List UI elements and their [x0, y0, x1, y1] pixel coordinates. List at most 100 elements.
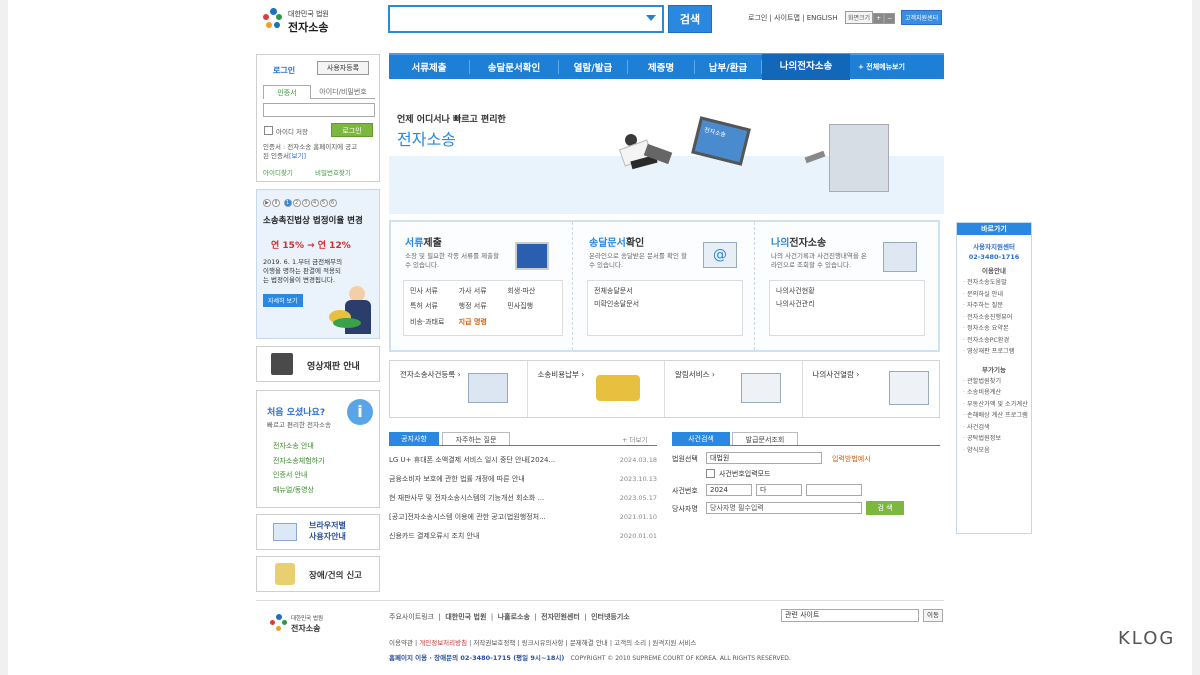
link-my-case-status[interactable]: 나의사건현황: [776, 285, 918, 298]
tab-notice[interactable]: 공지사항: [389, 432, 439, 446]
sidebar-item[interactable]: 전자소송진행뷰어: [957, 312, 1031, 324]
link-all-delivery[interactable]: 전체송달문서: [594, 285, 736, 298]
tab-faq[interactable]: 자주하는 질문: [442, 432, 510, 446]
policy-link[interactable]: 고객의 소리: [614, 639, 646, 647]
brand-title[interactable]: 전자소송: [288, 19, 328, 35]
link-family-docs[interactable]: 가사 서류: [459, 285, 508, 300]
tab-certificate[interactable]: 인증서: [263, 85, 311, 99]
go-button[interactable]: 이동: [923, 609, 943, 622]
sidebar-item[interactable]: 양식모음: [957, 445, 1031, 457]
service-case-view[interactable]: 나의사건열람 ›: [803, 361, 940, 417]
list-item[interactable]: [공고]전자소송시스템 이용에 관한 공고(법원행정처... 2021.01.10: [389, 507, 657, 526]
list-item[interactable]: 현 재판사무 및 전자소송시스템의 기능개선 회소화 ... 2023.05.17: [389, 488, 657, 507]
sidebar-item[interactable]: 손해배상 계산 프로그램: [957, 410, 1031, 422]
sitemap-link[interactable]: 사이트맵: [774, 14, 800, 22]
tab-issued-docs[interactable]: 발급문서조회: [732, 432, 798, 446]
banner-page-3[interactable]: 3: [301, 199, 310, 207]
sidebar-item[interactable]: 공탁법원정보: [957, 433, 1031, 445]
chevron-down-icon[interactable]: [646, 15, 656, 21]
browser-guide-button[interactable]: 브라우저별 사용자안내: [256, 514, 380, 550]
footer-link[interactable]: 대한민국 법원: [445, 613, 486, 621]
sidebar-item[interactable]: 영상재판 프로그램: [957, 346, 1031, 358]
tab-case-search[interactable]: 사건검색: [672, 432, 730, 446]
certificate-input[interactable]: [263, 103, 375, 117]
link-civil-docs[interactable]: 민사 서류: [410, 285, 459, 300]
support-center-button[interactable]: 고객지원센터: [901, 10, 943, 25]
service-notification[interactable]: 알림서비스 ›: [665, 361, 803, 417]
link-unread-delivery[interactable]: 미확인송달문서: [594, 298, 736, 311]
panel-title-my[interactable]: 나의전자소송: [771, 234, 826, 249]
sidebar-item[interactable]: 자주하는 질문: [957, 300, 1031, 312]
footer-link[interactable]: 나홀로소송: [498, 613, 530, 621]
party-name-input[interactable]: 당사자명 필수입력: [706, 502, 862, 514]
banner-page-6[interactable]: 6: [328, 199, 337, 207]
sidebar-item[interactable]: 관할법원찾기: [957, 376, 1031, 388]
banner-more-button[interactable]: 자세히 보기: [263, 294, 303, 307]
policy-link-privacy[interactable]: 개인정보처리방침: [419, 639, 467, 647]
pause-icon[interactable]: Ⅱ: [272, 199, 280, 207]
case-search-button[interactable]: 검 색: [866, 501, 904, 515]
service-case-register[interactable]: 전자소송사건등록 ›: [390, 361, 528, 417]
zoom-in-icon[interactable]: +: [873, 13, 885, 24]
input-example-link[interactable]: 입력방법예시: [832, 454, 871, 464]
nav-certificate[interactable]: 제증명: [628, 60, 694, 74]
policy-link[interactable]: 원격지원 서비스: [652, 639, 696, 647]
cert-view-link[interactable]: [보기]: [289, 152, 306, 160]
notice-more-link[interactable]: + 더보기: [622, 434, 647, 444]
policy-link[interactable]: 저작권보호정책: [473, 639, 515, 647]
link-my-case-manage[interactable]: 나의사건관리: [776, 298, 918, 311]
sidebar-item[interactable]: 소송비용계산: [957, 387, 1031, 399]
year-select[interactable]: 2024: [706, 484, 752, 496]
policy-link[interactable]: 이용약관: [389, 639, 413, 647]
sidebar-item[interactable]: 정자소송 요약본: [957, 323, 1031, 335]
sidebar-item[interactable]: 사건검색: [957, 422, 1031, 434]
login-link[interactable]: 로그인: [748, 14, 767, 22]
nav-document-submit[interactable]: 서류제출: [389, 60, 469, 74]
tab-id-password[interactable]: 아이디/비밀번호: [311, 85, 375, 99]
policy-link[interactable]: 링크시유의사항: [522, 639, 564, 647]
link-e-lawsuit-try[interactable]: 전자소송체험하기: [273, 454, 325, 469]
service-cost-payment[interactable]: 소송비용납부 ›: [528, 361, 665, 417]
nav-payment[interactable]: 납부/환급: [695, 60, 761, 74]
court-logo-icon[interactable]: [262, 8, 284, 30]
search-input[interactable]: [388, 5, 664, 33]
nav-view-issue[interactable]: 열람/발급: [559, 60, 627, 74]
case-number-input[interactable]: [806, 484, 862, 496]
link-e-lawsuit-guide[interactable]: 전자소송 안내: [273, 439, 325, 454]
panel-title-submit[interactable]: 서류제출: [405, 234, 442, 249]
case-type-select[interactable]: 다: [756, 484, 802, 496]
panel-title-delivery[interactable]: 송달문서확인: [589, 234, 644, 249]
banner-page-4[interactable]: 4: [310, 199, 319, 207]
related-sites-select[interactable]: 관련 사이트: [781, 609, 919, 622]
search-button[interactable]: 검색: [668, 5, 712, 33]
find-password-link[interactable]: 비밀번호찾기: [315, 167, 351, 177]
list-item[interactable]: 금융소비자 보호에 관한 법률 개정에 따른 안내 2023.10.13: [389, 469, 657, 488]
register-button[interactable]: 사용자등록: [317, 61, 369, 75]
link-manual-video[interactable]: 매뉴얼/동영상: [273, 483, 325, 498]
find-id-link[interactable]: 아이디찾기: [263, 167, 293, 177]
remember-id-checkbox[interactable]: [264, 126, 273, 135]
nav-my-case[interactable]: 나의전자소송: [762, 54, 850, 80]
video-trial-button[interactable]: 영상재판 안내: [256, 346, 380, 382]
nav-all-menu[interactable]: + 전체메뉴보기: [850, 62, 905, 72]
nav-delivery-check[interactable]: 송달문서확인: [470, 60, 558, 74]
zoom-out-icon[interactable]: −: [884, 13, 896, 24]
report-button[interactable]: 장애/건의 신고: [256, 556, 380, 592]
banner-page-2[interactable]: 2: [292, 199, 301, 207]
link-admin-docs[interactable]: 행정 서류: [459, 300, 508, 315]
court-select[interactable]: 대법원: [706, 452, 822, 464]
policy-link[interactable]: 문제해결 안내: [570, 639, 608, 647]
banner-page-1[interactable]: 1: [283, 199, 292, 207]
link-civil-exec[interactable]: 민사집행: [507, 300, 556, 315]
list-item[interactable]: 신용카드 결제오류시 조치 안내 2020.01.01: [389, 526, 657, 545]
link-payment-order[interactable]: 지급 명령: [459, 316, 508, 331]
sidebar-item[interactable]: 부동산가액 및 소가계산: [957, 399, 1031, 411]
sidebar-item[interactable]: 전자소송도움말: [957, 277, 1031, 289]
sidebar-item[interactable]: 문의하실 안내: [957, 289, 1031, 301]
footer-link[interactable]: 전자민원센터: [541, 613, 580, 621]
link-cert-guide[interactable]: 인증서 안내: [273, 468, 325, 483]
list-item[interactable]: LG U+ 휴대폰 소액결제 서비스 일시 중단 안내[2024... 2024.…: [389, 450, 657, 469]
english-link[interactable]: ENGLISH: [807, 14, 838, 22]
link-rehab[interactable]: 회생·파산: [507, 285, 556, 300]
play-icon[interactable]: ▶: [263, 199, 271, 207]
